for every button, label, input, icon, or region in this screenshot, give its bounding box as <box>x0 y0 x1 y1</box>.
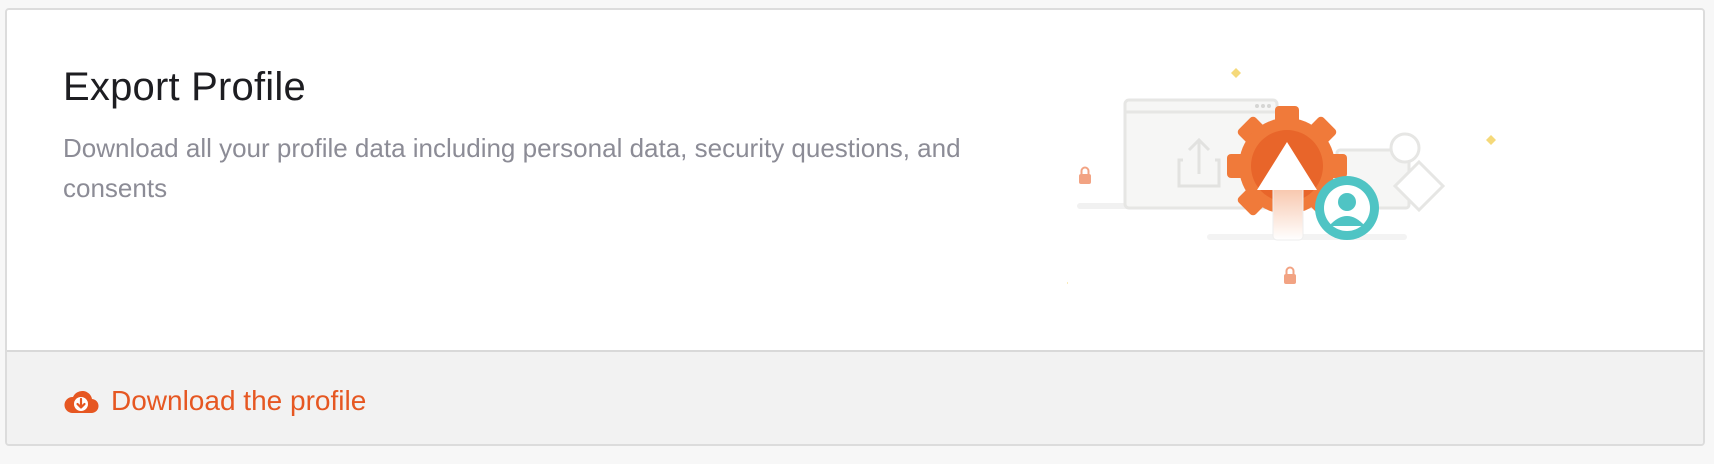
export-profile-illustration <box>1067 68 1496 284</box>
user-avatar-icon <box>1315 176 1379 240</box>
page-title: Export Profile <box>63 65 306 109</box>
download-profile-link[interactable]: Download the profile <box>63 385 366 417</box>
sparkle-icon <box>1231 68 1241 78</box>
card-body: Export Profile Download all your profile… <box>7 10 1703 350</box>
card-description: Download all your profile data including… <box>63 133 961 203</box>
cloud-download-icon <box>64 390 99 414</box>
sparkle-icon <box>1486 135 1496 145</box>
card-footer: Download the profile <box>7 350 1703 444</box>
sparkle-icon <box>1067 282 1068 284</box>
lock-icon <box>1284 266 1296 284</box>
export-profile-card: Export Profile Download all your profile… <box>5 8 1705 446</box>
lock-icon <box>1079 166 1091 184</box>
download-profile-label: Download the profile <box>111 385 367 416</box>
